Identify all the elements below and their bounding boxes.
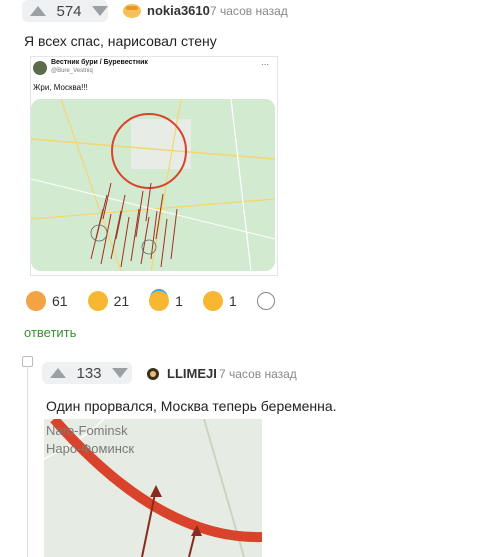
tweet-map bbox=[31, 99, 275, 271]
map-label-cyrillic: Наро-Фоминск bbox=[46, 441, 135, 456]
reaction-halo[interactable]: 1 bbox=[149, 291, 183, 311]
username[interactable]: nokia3610 bbox=[147, 3, 210, 18]
reaction-laugh-tears[interactable]: 21 bbox=[87, 291, 130, 311]
reaction-count: 1 bbox=[175, 293, 183, 309]
downvote-icon[interactable] bbox=[112, 368, 128, 378]
halo-face-icon bbox=[149, 291, 170, 311]
vote-score: 574 bbox=[56, 2, 82, 20]
clap-icon bbox=[26, 291, 46, 311]
add-emoji-icon bbox=[256, 292, 275, 310]
downvote-icon[interactable] bbox=[92, 6, 108, 16]
username-2[interactable]: LLIMEJI bbox=[167, 366, 217, 381]
tweet-menu-icon: ⋯ bbox=[261, 60, 269, 69]
laugh-tears-icon bbox=[87, 291, 108, 311]
vote-widget: 574 bbox=[22, 0, 108, 22]
reaction-count: 1 bbox=[228, 293, 237, 309]
reply-link[interactable]: ответить bbox=[24, 325, 76, 340]
reaction-count: 21 bbox=[113, 293, 130, 309]
map-label-latin: Naro-Fominsk bbox=[46, 423, 128, 438]
comment-text: Я всех спас, нарисовал стену bbox=[24, 33, 217, 49]
vote-score: 133 bbox=[76, 364, 102, 382]
timestamp-2[interactable]: 7 часов назад bbox=[219, 367, 297, 381]
tweet-avatar bbox=[33, 61, 47, 75]
avatar[interactable] bbox=[122, 1, 142, 24]
tweet-text: Жри, Москва!!! bbox=[33, 83, 88, 92]
comment-text-2: Один прорвался, Москва теперь беременна. bbox=[46, 398, 337, 414]
timestamp[interactable]: 7 часов назад bbox=[210, 4, 288, 18]
thread-line[interactable] bbox=[27, 366, 28, 557]
reactions-bar: 61 21 1 1 bbox=[26, 291, 275, 311]
map-image-2[interactable]: Naro-Fominsk Наро-Фоминск bbox=[44, 419, 262, 557]
tweet-handle: @Bure_Vestniq bbox=[51, 68, 93, 74]
tweet-image[interactable]: Вестник бури / Буревестник @Bure_Vestniq… bbox=[30, 56, 278, 276]
avatar-2[interactable] bbox=[145, 365, 161, 386]
upvote-icon[interactable] bbox=[50, 368, 66, 378]
vote-widget-2: 133 bbox=[42, 362, 132, 384]
reaction-count: 61 bbox=[52, 293, 68, 309]
reaction-rofl[interactable]: 1 bbox=[202, 291, 237, 311]
add-reaction-button[interactable] bbox=[256, 292, 275, 310]
rofl-icon bbox=[202, 291, 223, 311]
reaction-clap[interactable]: 61 bbox=[26, 291, 68, 311]
upvote-icon[interactable] bbox=[30, 6, 46, 16]
tweet-author: Вестник бури / Буревестник bbox=[51, 59, 148, 66]
